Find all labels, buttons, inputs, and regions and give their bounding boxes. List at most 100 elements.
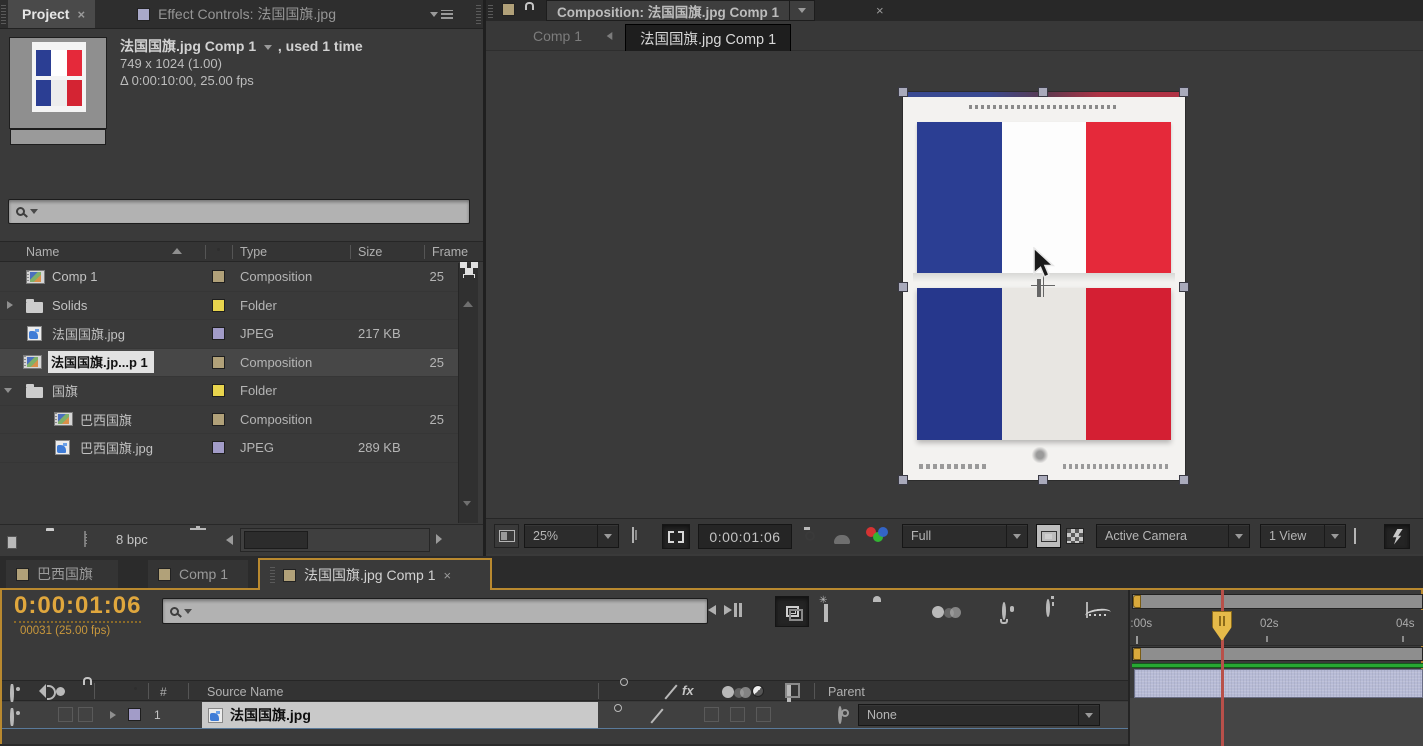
solo-toggle[interactable] bbox=[78, 707, 93, 722]
layer-duration-bar[interactable] bbox=[1134, 669, 1423, 698]
scroll-right-icon[interactable] bbox=[436, 534, 442, 544]
layer-row[interactable]: 1 法国国旗.jpg None bbox=[2, 702, 1128, 729]
column-parent[interactable]: Parent bbox=[828, 685, 865, 699]
navigator-start-handle[interactable] bbox=[1133, 595, 1141, 608]
audio-toggle[interactable] bbox=[58, 707, 73, 722]
magnification-select[interactable]: 25% bbox=[524, 524, 619, 548]
scroll-down-icon[interactable] bbox=[463, 501, 471, 506]
selection-handle[interactable] bbox=[898, 282, 908, 292]
selection-handle[interactable] bbox=[1038, 87, 1048, 97]
layer-visibility-icon[interactable] bbox=[10, 708, 14, 726]
graph-editor-icon[interactable] bbox=[1086, 602, 1088, 618]
panel-grip[interactable] bbox=[488, 3, 493, 18]
label-color-swatch[interactable] bbox=[212, 299, 225, 312]
column-name[interactable]: Name bbox=[26, 245, 59, 259]
horizontal-scrollbar[interactable] bbox=[240, 528, 430, 552]
project-row-solids[interactable]: Solids Folder bbox=[0, 292, 458, 321]
timeline-tab-france-active[interactable]: 法国国旗.jpg Comp 1 × bbox=[258, 558, 492, 590]
project-bit-depth[interactable]: 8 bpc bbox=[116, 532, 148, 547]
breadcrumb-parent[interactable]: Comp 1 bbox=[533, 28, 582, 44]
anchor-point-icon[interactable] bbox=[1037, 279, 1041, 297]
timeline-button-icon[interactable] bbox=[1354, 528, 1356, 544]
label-color-swatch[interactable] bbox=[212, 270, 225, 283]
twirl-right-icon[interactable] bbox=[7, 301, 13, 309]
search-options-icon[interactable] bbox=[184, 609, 192, 614]
chevron-down-icon[interactable] bbox=[264, 45, 272, 50]
viewer-menu-icon[interactable] bbox=[790, 8, 814, 13]
tab-project[interactable]: Project × bbox=[8, 0, 95, 28]
label-color-swatch[interactable] bbox=[212, 356, 225, 369]
footage-title[interactable]: 法国国旗.jpg Comp 1 bbox=[120, 38, 256, 54]
scroll-up-icon[interactable] bbox=[463, 301, 473, 307]
layer-motion-blur-switch[interactable] bbox=[730, 707, 745, 722]
column-frame[interactable]: Frame bbox=[432, 245, 468, 259]
work-area-bar[interactable] bbox=[1132, 647, 1423, 661]
column-size[interactable]: Size bbox=[358, 245, 382, 259]
project-scrollbar[interactable] bbox=[458, 263, 478, 523]
transparency-grid-icon[interactable] bbox=[1066, 528, 1084, 544]
time-ruler[interactable]: 0:00s 02s 04s bbox=[1130, 610, 1423, 646]
panel-grip[interactable] bbox=[476, 5, 481, 24]
timeline-tab-brazil[interactable]: 巴西国旗 bbox=[6, 560, 118, 588]
selection-handle[interactable] bbox=[1179, 282, 1189, 292]
breadcrumb-current[interactable]: 法国国旗.jpg Comp 1 bbox=[625, 24, 791, 53]
column-number[interactable]: # bbox=[160, 685, 167, 699]
layer-source-name-selected[interactable]: 法国国旗.jpg bbox=[202, 702, 598, 728]
draft-3d-icon[interactable] bbox=[824, 604, 828, 622]
fast-previews-icon[interactable] bbox=[1384, 524, 1410, 549]
time-navigator-bar[interactable] bbox=[1132, 594, 1423, 609]
view-layout-select[interactable]: 1 View bbox=[1260, 524, 1346, 548]
composition-viewer[interactable] bbox=[486, 51, 1423, 518]
selection-handle[interactable] bbox=[1038, 475, 1048, 485]
timeline-search-input[interactable] bbox=[162, 598, 708, 624]
label-color-swatch[interactable] bbox=[212, 327, 225, 340]
tab-close-icon[interactable]: × bbox=[443, 568, 451, 583]
layer-adjustment-switch[interactable] bbox=[756, 707, 771, 722]
region-of-interest-icon[interactable] bbox=[662, 524, 690, 549]
panel-grip[interactable] bbox=[270, 567, 275, 583]
timeline-timecode[interactable]: 0:00:01:06 00031 (25.00 fps) bbox=[14, 592, 141, 637]
work-area-start-handle[interactable] bbox=[1133, 648, 1141, 660]
selection-handle[interactable] bbox=[1179, 475, 1189, 485]
scrollbar-thumb[interactable] bbox=[244, 531, 308, 549]
panel-grip[interactable] bbox=[1, 5, 6, 24]
tab-effect-controls[interactable]: Effect Controls: 法国国旗.jpg bbox=[125, 0, 348, 28]
grid-guides-icon[interactable] bbox=[632, 528, 634, 542]
layer-frame-blend-switch[interactable] bbox=[704, 707, 719, 722]
new-composition-icon[interactable] bbox=[84, 531, 86, 547]
auto-keyframe-icon[interactable] bbox=[1046, 599, 1050, 617]
project-search-input[interactable] bbox=[8, 199, 470, 224]
tab-composition-close-icon[interactable]: × bbox=[876, 3, 884, 18]
project-row-brazil-jpg[interactable]: 巴西国旗.jpg JPEG 289 KB bbox=[0, 434, 458, 463]
flag-image-layer[interactable] bbox=[903, 92, 1185, 480]
target-region-icon[interactable] bbox=[1036, 524, 1061, 548]
comp-timecode[interactable]: 0:00:01:06 bbox=[698, 524, 792, 549]
project-row-brazil-comp[interactable]: 巴西国旗 Composition 25 bbox=[0, 406, 458, 435]
tab-project-close-icon[interactable]: × bbox=[77, 7, 85, 22]
camera-select[interactable]: Active Camera bbox=[1096, 524, 1250, 548]
live-update-icon[interactable] bbox=[775, 596, 809, 627]
search-options-icon[interactable] bbox=[30, 209, 38, 214]
selection-handle[interactable] bbox=[898, 87, 908, 97]
parent-pickwhip-icon[interactable] bbox=[838, 706, 842, 724]
column-source-name[interactable]: Source Name bbox=[207, 685, 283, 699]
sort-ascending-icon[interactable] bbox=[172, 248, 182, 254]
project-row-comp1[interactable]: Comp 1 Composition 25 bbox=[0, 263, 458, 292]
selection-handle[interactable] bbox=[1179, 87, 1189, 97]
timeline-tab-comp1[interactable]: Comp 1 bbox=[148, 560, 248, 588]
always-preview-icon[interactable] bbox=[494, 524, 519, 548]
label-color-swatch[interactable] bbox=[212, 441, 225, 454]
layer-label-swatch[interactable] bbox=[128, 708, 141, 721]
project-row-france-jpg[interactable]: 法国国旗.jpg JPEG 217 KB bbox=[0, 320, 458, 349]
resolution-select[interactable]: Full bbox=[902, 524, 1028, 548]
timeline-track-area[interactable]: 0:00s 02s 04s bbox=[1130, 590, 1423, 746]
selection-handle[interactable] bbox=[898, 475, 908, 485]
column-type[interactable]: Type bbox=[240, 245, 267, 259]
tab-composition[interactable]: Composition: 法国国旗.jpg Comp 1 bbox=[546, 0, 815, 21]
panel-menu-icon[interactable] bbox=[430, 10, 453, 19]
parent-select[interactable]: None bbox=[858, 704, 1100, 726]
twirl-down-icon[interactable] bbox=[4, 388, 12, 393]
label-color-swatch[interactable] bbox=[212, 413, 225, 426]
project-row-guoqi-folder[interactable]: 国旗 Folder bbox=[0, 377, 458, 406]
label-color-swatch[interactable] bbox=[212, 384, 225, 397]
